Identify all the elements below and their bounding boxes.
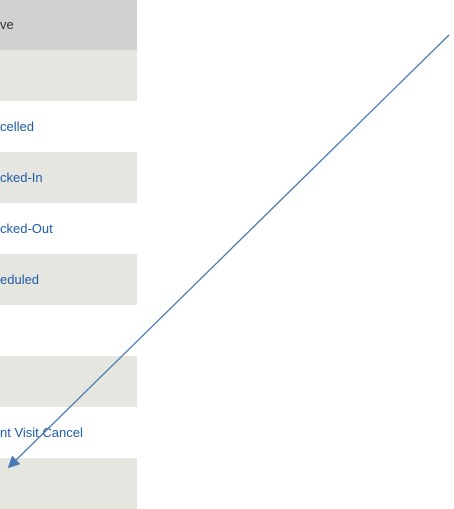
list-item-label[interactable]: nt Visit Cancel <box>0 407 83 458</box>
list-item-empty-3 <box>0 356 137 407</box>
list-item-label[interactable]: celled <box>0 101 34 152</box>
list-item-empty-2 <box>0 305 137 356</box>
list-header-label: ve <box>0 17 14 32</box>
list-item-checked-in[interactable]: cked-In <box>0 152 137 203</box>
list-item-label[interactable]: cked-Out <box>0 203 53 254</box>
list-item-checked-out[interactable]: cked-Out <box>0 203 137 254</box>
list-header: ve <box>0 0 137 50</box>
list-item-scheduled[interactable]: eduled <box>0 254 137 305</box>
list-item-visit-cancel[interactable]: nt Visit Cancel <box>0 407 137 458</box>
list-item-label[interactable]: eduled <box>0 254 39 305</box>
list-item-cancelled[interactable]: celled <box>0 101 137 152</box>
status-list-panel: ve celled cked-In cked-Out eduled nt Vis… <box>0 0 137 509</box>
list-item-empty-1[interactable] <box>0 50 137 101</box>
list-item-empty-4 <box>0 458 137 509</box>
list-item-label[interactable]: cked-In <box>0 152 43 203</box>
